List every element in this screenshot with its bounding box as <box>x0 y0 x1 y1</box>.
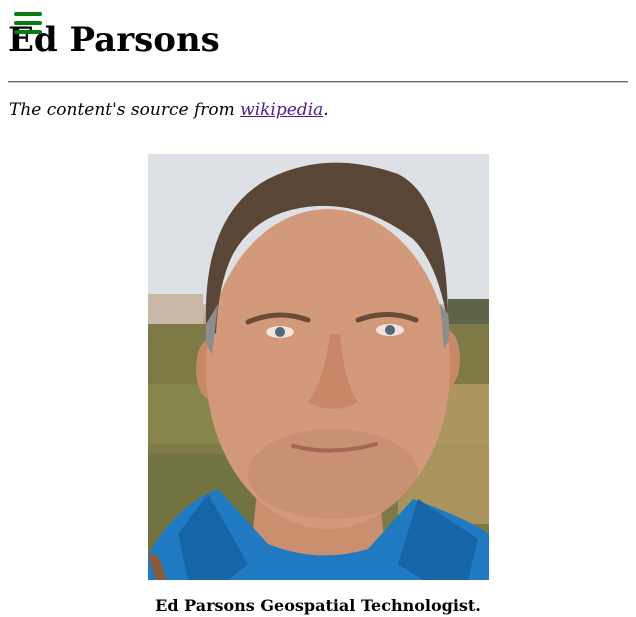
title-divider <box>8 81 628 83</box>
source-note: The content's source from wikipedia. <box>9 99 329 121</box>
hamburger-menu-icon[interactable] <box>14 12 42 34</box>
portrait-illustration <box>148 154 489 580</box>
figure-caption: Ed Parsons Geospatial Technologist. <box>155 596 481 615</box>
source-suffix: . <box>323 100 329 120</box>
menu-bar <box>14 21 42 25</box>
menu-bar <box>14 12 42 16</box>
source-prefix: The content's source from <box>9 100 241 120</box>
wikipedia-link[interactable]: wikipedia <box>240 100 323 120</box>
menu-bar <box>14 30 42 34</box>
portrait-photo <box>148 154 489 580</box>
